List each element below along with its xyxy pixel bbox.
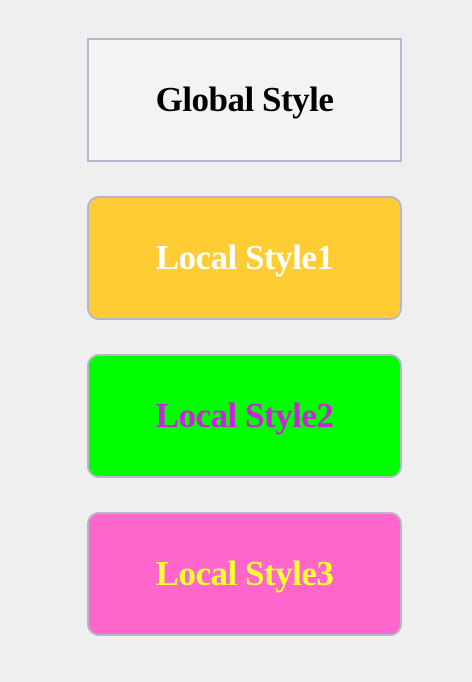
local-style2-button-label: Local Style2 <box>155 396 334 435</box>
local-style2-button[interactable]: Local Style2 <box>87 354 402 478</box>
app-window: Global Style Local Style1 Local Style2 L… <box>0 0 472 682</box>
local-style3-button[interactable]: Local Style3 <box>87 512 402 636</box>
local-style1-button[interactable]: Local Style1 <box>87 196 402 320</box>
local-style1-button-label: Local Style1 <box>155 238 334 277</box>
global-style-button[interactable]: Global Style <box>87 38 402 162</box>
local-style3-button-label: Local Style3 <box>155 554 334 593</box>
global-style-button-label: Global Style <box>155 80 334 119</box>
